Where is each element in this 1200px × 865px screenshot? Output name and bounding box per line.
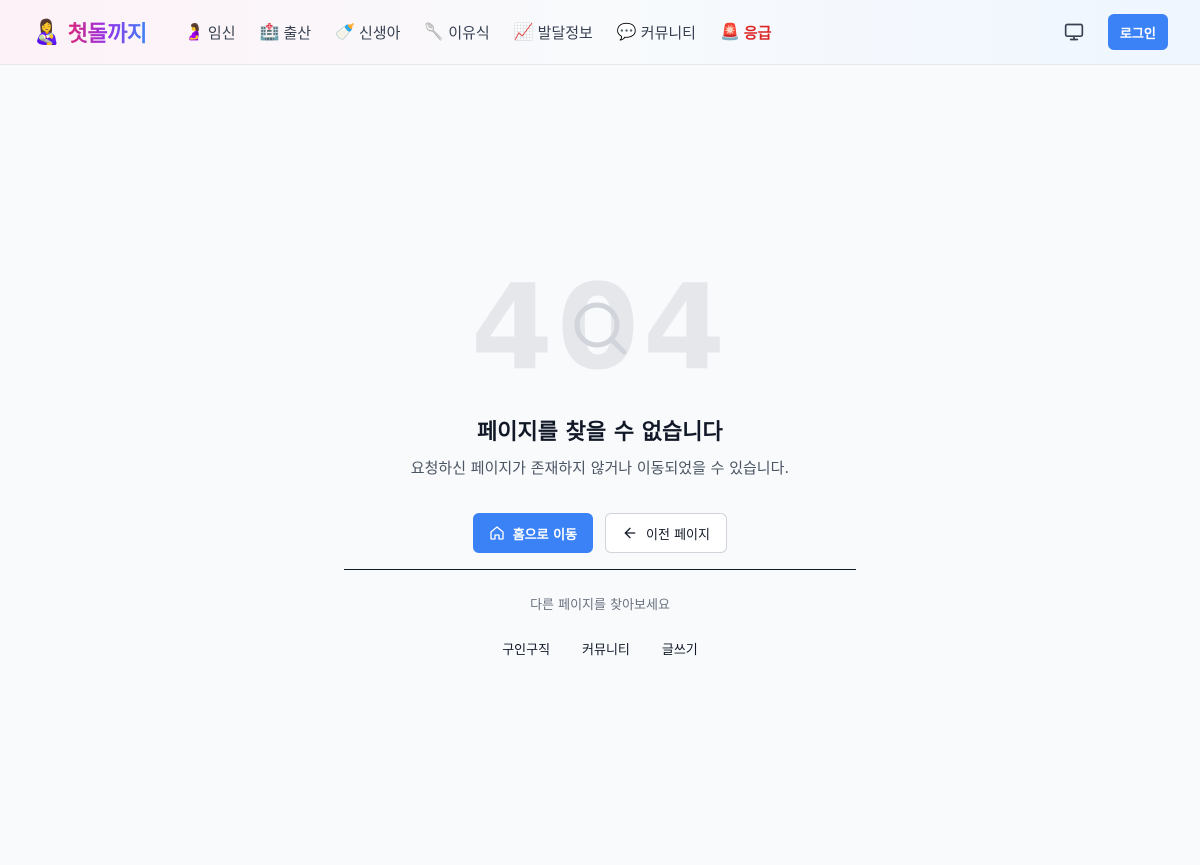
nav-label: 출산 xyxy=(283,23,312,42)
main-nav: 🤰 임신 🏥 출산 🍼 신생아 🥄 이유식 📈 발달정보 💬 커뮤니티 🚨 응급 xyxy=(184,18,796,46)
nav-item-birth[interactable]: 🏥 출산 xyxy=(260,18,312,46)
page-title: 페이지를 찾을 수 없습니다 xyxy=(477,420,723,445)
arrow-left-icon xyxy=(624,527,636,539)
nav-label: 이유식 xyxy=(448,23,490,42)
link-jobs[interactable]: 구인구직 xyxy=(502,639,550,658)
logo-text: 첫돌까지 xyxy=(68,16,147,48)
login-button[interactable]: 로그인 xyxy=(1108,14,1168,50)
nav-label: 임신 xyxy=(207,23,236,42)
nav-item-emergency[interactable]: 🚨 응급 xyxy=(720,18,772,46)
nav-label: 커뮤니티 xyxy=(640,23,696,42)
search-icon xyxy=(574,302,627,355)
go-home-label: 홈으로 이동 xyxy=(512,527,578,543)
divider xyxy=(344,569,856,570)
nav-label: 발달정보 xyxy=(537,23,593,42)
top-navigation-bar: 👩‍🍼 첫돌까지 🤰 임신 🏥 출산 🍼 신생아 🥄 이유식 📈 발달정보 💬 … xyxy=(0,0,1200,65)
nav-item-newborn[interactable]: 🍼 신생아 xyxy=(335,18,400,46)
mother-baby-icon: 👩‍🍼 xyxy=(32,18,62,46)
nav-item-development[interactable]: 📈 발달정보 xyxy=(514,18,593,46)
nav-item-baby-food[interactable]: 🥄 이유식 xyxy=(424,18,489,46)
hospital-icon: 🏥 xyxy=(259,22,280,41)
go-back-label: 이전 페이지 xyxy=(646,527,710,543)
spoon-icon: 🥄 xyxy=(424,22,445,41)
error-message: 요청하신 페이지가 존재하지 않거나 이동되었을 수 있습니다. xyxy=(410,459,790,477)
link-write[interactable]: 글쓰기 xyxy=(662,639,698,658)
site-logo[interactable]: 👩‍🍼 첫돌까지 xyxy=(32,14,147,50)
suggestion-links: 구인구직 커뮤니티 글쓰기 xyxy=(300,637,900,659)
link-community[interactable]: 커뮤니티 xyxy=(582,639,630,658)
go-home-button[interactable]: 홈으로 이동 xyxy=(473,513,593,553)
nav-item-pregnancy[interactable]: 🤰 임신 xyxy=(184,18,236,46)
monitor-icon xyxy=(1064,23,1084,41)
go-back-button[interactable]: 이전 페이지 xyxy=(605,513,727,553)
nav-label: 신생아 xyxy=(358,23,401,42)
display-mode-button[interactable] xyxy=(1058,16,1090,48)
siren-icon: 🚨 xyxy=(719,22,740,41)
baby-bottle-icon: 🍼 xyxy=(335,22,355,41)
pregnant-icon: 🤰 xyxy=(184,22,204,41)
home-icon xyxy=(490,526,504,540)
speech-bubble-icon: 💬 xyxy=(616,22,637,41)
chart-increasing-icon: 📈 xyxy=(513,22,534,41)
nav-label: 응급 xyxy=(743,23,772,42)
suggestion-hint: 다른 페이지를 찾아보세요 xyxy=(530,598,670,613)
nav-item-community[interactable]: 💬 커뮤니티 xyxy=(617,18,696,46)
